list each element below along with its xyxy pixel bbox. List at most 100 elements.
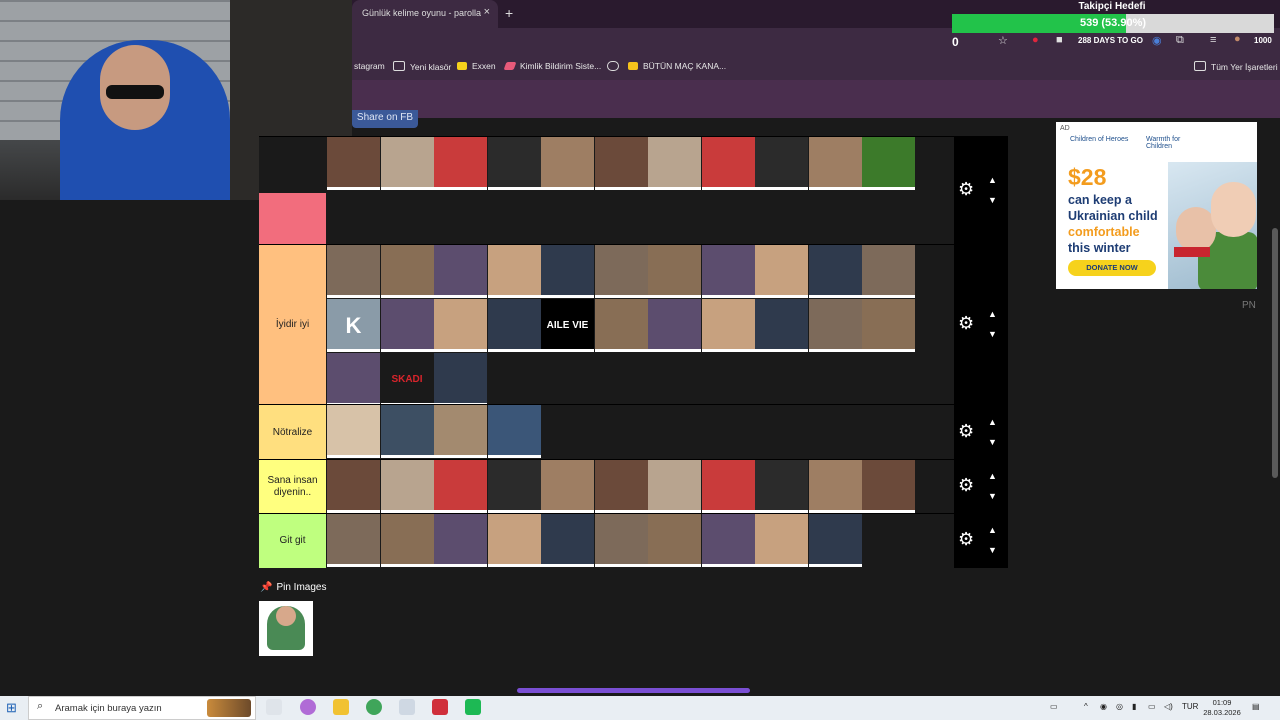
copilot-icon[interactable] <box>300 699 316 715</box>
move-up-icon[interactable]: ▲ <box>988 525 997 535</box>
tier-image[interactable] <box>327 245 380 298</box>
tier-image[interactable] <box>701 245 755 298</box>
all-bookmarks[interactable]: Tüm Yer İşaretleri <box>1194 61 1278 72</box>
bookmark-item[interactable]: Kimlik Bildirim Siste... <box>503 61 601 71</box>
tier-image[interactable]: AILE VIE <box>541 299 594 352</box>
gear-icon[interactable]: ⚙ <box>958 179 974 200</box>
app-icon[interactable] <box>399 699 415 715</box>
share-on-fb-button[interactable]: Share on FB <box>352 110 418 128</box>
move-up-icon[interactable]: ▲ <box>988 471 997 481</box>
tier-label[interactable]: Nötralize <box>259 405 326 460</box>
avatar[interactable]: ● <box>1234 33 1241 45</box>
language-indicator[interactable]: TUR <box>1182 702 1198 711</box>
tier-image[interactable] <box>380 299 434 352</box>
tier-image[interactable] <box>862 137 915 190</box>
move-down-icon[interactable]: ▼ <box>988 437 997 447</box>
tier-image[interactable] <box>327 353 380 406</box>
taskbar-search[interactable]: ⌕ Aramak için buraya yazın <box>28 696 256 720</box>
tier-image[interactable] <box>862 460 915 513</box>
tier-image[interactable] <box>434 245 487 298</box>
tier-label[interactable]: İyidir iyi <box>259 245 326 405</box>
app-icon[interactable] <box>465 699 481 715</box>
task-view-icon[interactable] <box>266 699 282 715</box>
browser-tab[interactable]: Günlük kelime oyunu - parolla × <box>352 0 498 28</box>
new-tab-button[interactable]: + <box>505 5 513 21</box>
gear-icon[interactable]: ⚙ <box>958 421 974 442</box>
tier-image[interactable] <box>380 245 434 298</box>
tier-image[interactable] <box>380 405 434 458</box>
tier-image[interactable] <box>434 299 487 352</box>
horizontal-scroll-thumb[interactable] <box>517 688 750 693</box>
tier-image[interactable] <box>808 460 862 513</box>
tier-image[interactable] <box>380 514 434 567</box>
volume-icon[interactable]: ◁) <box>1164 702 1173 711</box>
tier-image[interactable] <box>327 514 380 567</box>
tier-image[interactable] <box>487 137 541 190</box>
tier-image[interactable] <box>487 460 541 513</box>
tier-image[interactable] <box>808 514 862 567</box>
tier-image[interactable] <box>434 137 487 190</box>
tier-image[interactable] <box>862 299 915 352</box>
tier-image[interactable] <box>541 460 594 513</box>
puzzle-icon[interactable]: ⧉ <box>1176 34 1184 47</box>
tray-icon[interactable]: ▭ <box>1050 702 1058 711</box>
reading-list-icon[interactable]: ≡ <box>1210 34 1216 46</box>
tier-image[interactable] <box>594 137 648 190</box>
bookmark-item[interactable]: Yeni klasör <box>393 61 451 72</box>
tier-image[interactable] <box>648 460 701 513</box>
tier-image[interactable]: K <box>327 299 380 352</box>
tier-image[interactable] <box>380 137 434 190</box>
chrome-icon[interactable] <box>366 699 382 715</box>
tray-icon[interactable]: ◉ <box>1100 702 1107 711</box>
gear-icon[interactable]: ⚙ <box>958 313 974 334</box>
bookmark-item[interactable]: stagram <box>354 61 385 71</box>
tier-image[interactable] <box>594 514 648 567</box>
tier-image[interactable] <box>808 137 862 190</box>
tier-image[interactable] <box>434 353 487 406</box>
bookmark-item[interactable]: BÜTÜN MAÇ KANA... <box>628 61 726 71</box>
mic-icon[interactable]: ▮ <box>1132 702 1136 711</box>
windows-start-icon[interactable]: ⊞ <box>6 700 17 716</box>
tier-image[interactable] <box>862 245 915 298</box>
scroll-thumb[interactable] <box>1272 228 1278 478</box>
donate-button[interactable]: DONATE NOW <box>1068 260 1156 276</box>
clock[interactable]: 01:09 28.03.2026 <box>1200 698 1244 718</box>
tier-image[interactable] <box>648 137 701 190</box>
tier-image[interactable] <box>541 514 594 567</box>
move-up-icon[interactable]: ▲ <box>988 417 997 427</box>
tier-image[interactable] <box>594 299 648 352</box>
move-down-icon[interactable]: ▼ <box>988 329 997 339</box>
tier-image[interactable] <box>701 299 755 352</box>
move-down-icon[interactable]: ▼ <box>988 545 997 555</box>
tier-image[interactable] <box>487 514 541 567</box>
move-up-icon[interactable]: ▲ <box>988 309 997 319</box>
tier-image[interactable] <box>380 460 434 513</box>
tier-image[interactable] <box>808 299 862 352</box>
move-down-icon[interactable]: ▼ <box>988 195 997 205</box>
network-icon[interactable]: ◎ <box>1116 702 1123 711</box>
ad-banner[interactable]: AD Children of Heroes Warmth for Childre… <box>1056 122 1257 289</box>
tier-label[interactable]: Git git <box>259 514 326 568</box>
tier-image[interactable] <box>487 405 541 458</box>
tier-image[interactable] <box>487 299 541 352</box>
tier-image[interactable] <box>594 245 648 298</box>
tier-image[interactable] <box>755 460 808 513</box>
tier-image[interactable] <box>434 405 487 458</box>
tier-image[interactable] <box>701 460 755 513</box>
gear-icon[interactable]: ⚙ <box>958 529 974 550</box>
bookmark-item[interactable]: Exxen <box>457 61 496 71</box>
tier-image[interactable] <box>327 137 380 190</box>
tier-image[interactable]: SKADI <box>380 353 434 406</box>
tier-label[interactable]: Sana insan diyenin.. <box>259 460 326 514</box>
tier-image[interactable] <box>701 137 755 190</box>
tier-label[interactable] <box>259 193 326 245</box>
extension-icon[interactable]: ◉ <box>1152 34 1162 47</box>
tier-image[interactable] <box>434 460 487 513</box>
tier-image[interactable] <box>755 245 808 298</box>
tier-image[interactable] <box>648 245 701 298</box>
extension-icon[interactable]: ■ <box>1056 34 1063 46</box>
tier-image[interactable] <box>755 514 808 567</box>
tier-image[interactable] <box>808 245 862 298</box>
file-explorer-icon[interactable] <box>333 699 349 715</box>
tier-image[interactable] <box>755 137 808 190</box>
